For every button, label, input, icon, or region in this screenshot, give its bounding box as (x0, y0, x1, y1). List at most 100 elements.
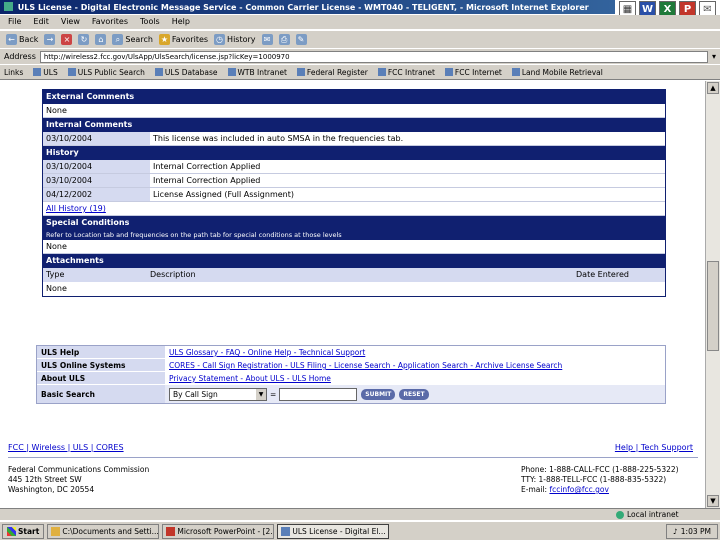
help-row-links[interactable]: CORES - Call Sign Registration - ULS Fil… (165, 359, 665, 371)
link-icon (154, 68, 163, 76)
taskbar-item-powerpoint[interactable]: Microsoft PowerPoint - [2... (162, 523, 275, 539)
uls-help-panel: ULS Help ULS Glossary - FAQ - Online Hel… (36, 345, 666, 404)
help-row-links[interactable]: ULS Glossary - FAQ - Online Help - Techn… (165, 346, 665, 358)
link-fcc-intranet[interactable]: FCC Intranet (377, 68, 435, 77)
special-conditions-value: None (43, 240, 665, 254)
stop-icon: × (61, 34, 73, 45)
email-line: E-mail: fccinfo@fcc.gov (521, 485, 609, 494)
equals-sign: = (270, 389, 277, 399)
menu-tools[interactable]: Tools (140, 17, 160, 27)
ie-icon (281, 526, 291, 536)
history-row: 03/10/2004 Internal Correction Applied (43, 174, 665, 188)
search-input[interactable] (279, 387, 358, 401)
link-icon (444, 68, 453, 76)
link-land-mobile-retrieval[interactable]: Land Mobile Retrieval (511, 68, 603, 77)
history-row: 04/12/2002 License Assigned (Full Assign… (43, 188, 665, 202)
security-zone: Local intranet (616, 510, 679, 519)
attachments-header: Attachments (43, 254, 665, 268)
refresh-icon: ↻ (78, 34, 90, 45)
start-button[interactable]: Start (2, 523, 45, 539)
print-button[interactable]: ⎙ (278, 34, 290, 45)
vertical-scrollbar[interactable]: ▲ ▼ (705, 81, 720, 508)
chevron-down-icon: ▼ (256, 388, 266, 400)
edit-icon: ✎ (295, 34, 307, 45)
menu-file[interactable]: File (8, 17, 21, 27)
windows-taskbar: Start C:\Documents and Setti... Microsof… (0, 521, 720, 540)
footer-nav-links[interactable]: FCC | Wireless | ULS | CORES (8, 443, 124, 452)
window-title: ULS License - Digital Electronic Message… (17, 3, 589, 12)
history-header: History (43, 146, 665, 160)
email-link[interactable]: fccinfo@fcc.gov (549, 485, 609, 494)
star-icon: ★ (158, 34, 170, 45)
fcc-address: Federal Communications Commission 445 12… (8, 465, 149, 495)
taskbar-item-explorer[interactable]: C:\Documents and Setti... (47, 523, 160, 539)
link-uls[interactable]: ULS (33, 68, 58, 77)
special-conditions-header: Special Conditions (43, 216, 665, 230)
refresh-button[interactable]: ↻ (78, 34, 90, 45)
address-input[interactable]: http://wireless2.fcc.gov/UlsApp/UlsSearc… (39, 50, 708, 63)
edit-button[interactable]: ✎ (295, 34, 307, 45)
internal-comments-header: Internal Comments (43, 118, 665, 132)
home-button[interactable]: ⌂ (95, 34, 107, 45)
history-button[interactable]: ◷ History (214, 34, 256, 45)
mail-icon: ✉ (261, 34, 273, 45)
speaker-icon[interactable]: ♪ (673, 527, 678, 536)
street-address: 445 12th Street SW (8, 475, 82, 484)
footer-help-links[interactable]: Help | Tech Support (615, 443, 693, 452)
scroll-up-icon[interactable]: ▲ (707, 82, 719, 94)
basic-search-label: Basic Search (37, 385, 165, 403)
link-wtb-intranet[interactable]: WTB Intranet (227, 68, 287, 77)
history-date: 04/12/2002 (43, 188, 150, 201)
search-type-select[interactable]: By Call Sign ▼ (169, 387, 267, 401)
submit-button[interactable]: SUBMIT (361, 388, 396, 400)
forward-button[interactable]: → (44, 34, 56, 45)
reset-button[interactable]: RESET (399, 388, 429, 400)
link-uls-database[interactable]: ULS Database (154, 68, 218, 77)
col-description: Description (150, 270, 196, 279)
powerpoint-icon (166, 526, 176, 536)
address-dropdown-icon[interactable]: ▾ (712, 52, 716, 61)
link-fcc-internet[interactable]: FCC Internet (444, 68, 502, 77)
attachments-value: None (46, 284, 67, 293)
tty: TTY: 1-888-TELL-FCC (1-888-835-5322) (521, 475, 667, 484)
window-title-bar: ULS License - Digital Electronic Message… (0, 0, 720, 14)
link-uls-public-search[interactable]: ULS Public Search (67, 68, 145, 77)
menu-view[interactable]: View (61, 17, 80, 27)
search-button[interactable]: ⌕ Search (112, 34, 153, 45)
link-icon (296, 68, 305, 76)
history-event: License Assigned (Full Assignment) (153, 190, 294, 199)
menu-edit[interactable]: Edit (33, 17, 49, 27)
back-arrow-icon: ← (6, 34, 17, 45)
menu-favorites[interactable]: Favorites (92, 17, 128, 27)
back-button[interactable]: ← Back (6, 34, 38, 45)
favorites-button[interactable]: ★ Favorites (158, 34, 208, 45)
all-history-row: All History (19) (43, 202, 665, 216)
menu-help[interactable]: Help (172, 17, 190, 27)
forward-arrow-icon: → (44, 34, 56, 45)
browser-toolbar: ← Back → × ↻ ⌂ ⌕ Search ★ Favorites ◷ Histor… (0, 30, 720, 48)
city-address: Washington, DC 20554 (8, 485, 95, 494)
col-date-entered: Date Entered (576, 270, 629, 279)
attachments-column-header: Type Description Date Entered (43, 268, 665, 282)
links-bar: Links ULS ULS Public Search ULS Database… (0, 65, 720, 80)
link-icon (511, 68, 520, 76)
comment-text: This license was included in auto SMSA i… (153, 134, 404, 143)
link-federal-register[interactable]: Federal Register (296, 68, 368, 77)
history-date: 03/10/2004 (43, 160, 150, 173)
link-icon (377, 68, 386, 76)
phone: Phone: 1-888-CALL-FCC (1-888-225-5322) (521, 465, 679, 474)
comment-date: 03/10/2004 (43, 132, 150, 145)
history-event: Internal Correction Applied (153, 162, 261, 171)
external-comments-header: External Comments (43, 90, 665, 104)
home-icon: ⌂ (95, 34, 107, 45)
internal-comment-row: 03/10/2004 This license was included in … (43, 132, 665, 146)
scroll-down-icon[interactable]: ▼ (707, 495, 719, 507)
mail-button[interactable]: ✉ (261, 34, 273, 45)
help-row-links[interactable]: Privacy Statement - About ULS - ULS Home (165, 372, 665, 384)
scroll-thumb[interactable] (707, 261, 719, 351)
stop-button[interactable]: × (61, 34, 73, 45)
menu-bar: File Edit View Favorites Tools Help (0, 15, 720, 29)
all-history-link[interactable]: All History (19) (46, 204, 106, 213)
status-bar: Local intranet (0, 508, 720, 520)
taskbar-item-ie[interactable]: ULS License - Digital El... (277, 523, 390, 539)
